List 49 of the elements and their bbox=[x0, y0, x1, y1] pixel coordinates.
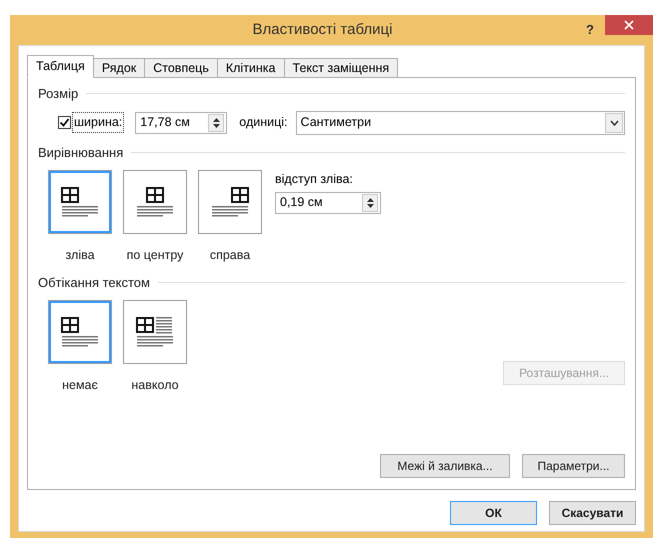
dialog-button[interactable]: Межі й заливка... bbox=[380, 454, 510, 478]
table-layout-icon bbox=[135, 186, 175, 218]
indent-field[interactable]: 0,19 см bbox=[275, 192, 381, 214]
tab[interactable]: Стовпець bbox=[144, 58, 218, 78]
dialog-button[interactable]: ОК bbox=[450, 501, 537, 525]
field-value: 17,78 см bbox=[140, 114, 191, 132]
section-title: Обтікання текстом bbox=[38, 274, 150, 292]
section-title: Вирівнювання bbox=[38, 144, 124, 162]
up-arrow-icon bbox=[212, 118, 220, 122]
spin-buttons[interactable] bbox=[362, 194, 378, 212]
up-arrow-icon bbox=[366, 198, 374, 202]
spin-buttons[interactable] bbox=[208, 114, 224, 132]
chevron-down-icon bbox=[610, 120, 618, 126]
dialog-button[interactable]: Параметри... bbox=[522, 454, 625, 478]
window-title: Властивості таблиці bbox=[252, 20, 394, 40]
option-label: по центру bbox=[126, 247, 184, 264]
tab[interactable]: Текст заміщення bbox=[284, 58, 398, 78]
checkmark-icon bbox=[59, 117, 70, 128]
dialog-button[interactable]: Скасувати bbox=[549, 501, 636, 525]
layout-option[interactable] bbox=[123, 300, 187, 364]
checkbox-label: ширина: bbox=[73, 113, 124, 132]
close-button[interactable] bbox=[605, 15, 653, 35]
tab[interactable]: Таблиця bbox=[27, 55, 94, 78]
units-dropdown[interactable]: Сантиметри bbox=[296, 110, 625, 134]
table-layout-icon bbox=[60, 186, 100, 218]
close-icon bbox=[624, 20, 634, 30]
checkbox[interactable] bbox=[58, 116, 71, 129]
field-value: 0,19 см bbox=[280, 194, 324, 212]
option-label: навколо bbox=[131, 377, 179, 394]
layout-option[interactable] bbox=[123, 170, 187, 234]
tab[interactable]: Рядок bbox=[92, 58, 146, 78]
help-button[interactable]: ? bbox=[575, 20, 605, 40]
option-label: немає bbox=[62, 377, 98, 394]
field-label: одиниці: bbox=[239, 114, 288, 132]
width-field[interactable]: 17,78 см bbox=[135, 112, 228, 134]
down-arrow-icon bbox=[212, 124, 220, 128]
table-layout-icon bbox=[60, 316, 100, 348]
layout-option[interactable] bbox=[198, 170, 262, 234]
section-title: Розмір bbox=[38, 85, 78, 103]
tab[interactable]: Клітинка bbox=[216, 58, 285, 78]
dropdown-value: Сантиметри bbox=[300, 114, 372, 132]
layout-option[interactable] bbox=[48, 300, 112, 364]
table-layout-icon bbox=[135, 316, 175, 348]
option-label: справа bbox=[210, 247, 250, 264]
down-arrow-icon bbox=[366, 204, 374, 208]
field-label: відступ зліва: bbox=[275, 171, 354, 188]
layout-option[interactable] bbox=[48, 170, 112, 234]
table-layout-icon bbox=[210, 186, 250, 218]
option-label: зліва bbox=[65, 247, 95, 264]
